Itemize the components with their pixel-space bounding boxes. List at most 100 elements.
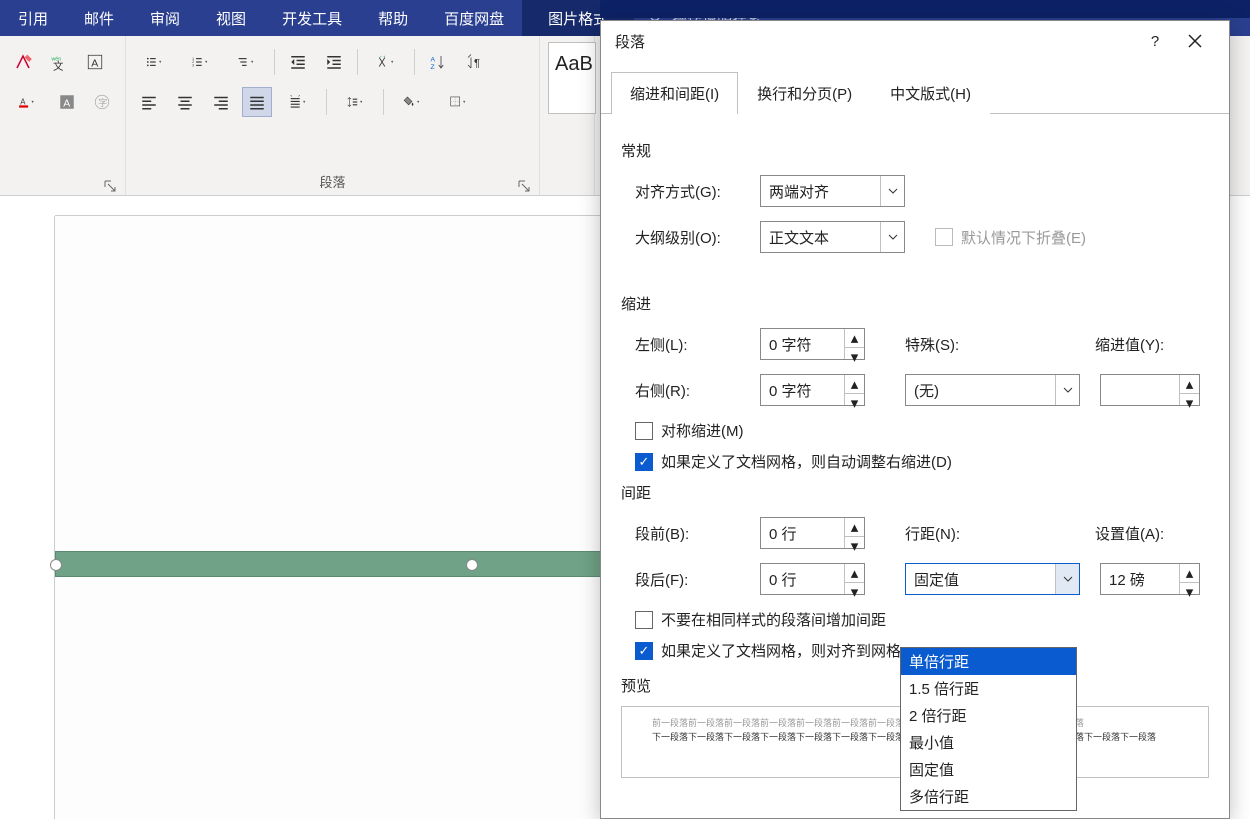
space-before-spinner[interactable]: 0 行 ▴▾ [760, 517, 865, 549]
spin-down-icon[interactable]: ▾ [1180, 394, 1199, 412]
numbering-button[interactable]: 123 [180, 47, 220, 77]
svg-text:Z: Z [431, 64, 435, 71]
paragraph-dialog-launcher[interactable] [517, 179, 531, 193]
page-canvas[interactable] [55, 216, 605, 819]
spin-down-icon[interactable]: ▾ [845, 348, 864, 366]
grid-indent-checkbox[interactable]: ✓ [635, 453, 653, 471]
align-center-button[interactable] [170, 87, 200, 117]
mirror-indent-checkbox[interactable] [635, 422, 653, 440]
font-dialog-launcher[interactable] [103, 179, 117, 193]
mirror-indent-label: 对称缩进(M) [661, 420, 744, 441]
indent-by-spinner[interactable]: ▴▾ [1100, 374, 1200, 406]
align-justify-button[interactable] [242, 87, 272, 117]
alignment-label: 对齐方式(G): [635, 181, 740, 202]
spacing-at-spinner[interactable]: 12 磅 ▴▾ [1100, 563, 1200, 595]
sort-button[interactable]: AZ [423, 47, 453, 77]
selected-image-shape[interactable] [55, 551, 605, 577]
enclose-characters-button[interactable]: 字 [88, 87, 117, 117]
dialog-close-button[interactable] [1175, 21, 1215, 61]
spin-down-icon[interactable]: ▾ [845, 537, 864, 555]
clear-formatting-button[interactable] [8, 47, 38, 77]
character-border-button[interactable]: A [80, 47, 110, 77]
ribbon-group-paragraph: 123 AZ ¶ [126, 36, 540, 195]
svg-text:A: A [431, 56, 436, 63]
align-distributed-button[interactable] [278, 87, 318, 117]
snap-grid-checkbox[interactable]: ✓ [635, 642, 653, 660]
chevron-down-icon[interactable] [880, 222, 904, 252]
outline-level-combo[interactable]: 正文文本 [760, 221, 905, 253]
no-space-same-style-checkbox[interactable] [635, 611, 653, 629]
tab-baidu[interactable]: 百度网盘 [426, 0, 522, 36]
tab-asian-typography[interactable]: 中文版式(H) [871, 72, 990, 114]
line-spacing-option-single[interactable]: 单倍行距 [901, 648, 1076, 675]
space-after-spinner[interactable]: 0 行 ▴▾ [760, 563, 865, 595]
tab-help[interactable]: 帮助 [360, 0, 426, 36]
tab-line-page-breaks[interactable]: 换行和分页(P) [738, 72, 871, 114]
phonetic-guide-button[interactable]: wén文 [44, 47, 74, 77]
increase-indent-button[interactable] [319, 47, 349, 77]
line-spacing-option-1-5[interactable]: 1.5 倍行距 [901, 675, 1076, 702]
line-spacing-label: 行距(N): [905, 523, 985, 544]
alignment-combo[interactable]: 两端对齐 [760, 175, 905, 207]
spin-down-icon[interactable]: ▾ [845, 583, 864, 601]
bullets-button[interactable] [134, 47, 174, 77]
snap-grid-label: 如果定义了文档网格，则对齐到网格 [661, 640, 901, 661]
multilevel-list-button[interactable] [226, 47, 266, 77]
tab-indent-spacing[interactable]: 缩进和间距(I) [611, 72, 738, 114]
spin-up-icon[interactable]: ▴ [845, 518, 864, 537]
decrease-indent-button[interactable] [283, 47, 313, 77]
styles-gallery[interactable]: AaB [548, 42, 596, 114]
chevron-down-icon[interactable] [880, 176, 904, 206]
line-spacing-option-double[interactable]: 2 倍行距 [901, 702, 1076, 729]
no-space-same-style-label: 不要在相同样式的段落间增加间距 [661, 609, 886, 630]
tab-mailings[interactable]: 邮件 [66, 0, 132, 36]
tab-developer[interactable]: 开发工具 [264, 0, 360, 36]
paragraph-dialog: 段落 ? 缩进和间距(I) 换行和分页(P) 中文版式(H) 常规 对齐方式(G… [600, 20, 1230, 819]
character-shading-button[interactable]: A [53, 87, 82, 117]
section-general-label: 常规 [621, 140, 1209, 161]
borders-button[interactable] [438, 87, 478, 117]
space-before-label: 段前(B): [635, 523, 740, 544]
spin-up-icon[interactable]: ▴ [1180, 375, 1199, 394]
spin-up-icon[interactable]: ▴ [845, 375, 864, 394]
separator [326, 89, 327, 115]
indent-left-spinner[interactable]: 0 字符 ▴▾ [760, 328, 865, 360]
dialog-title: 段落 [615, 31, 1135, 52]
resize-handle-left[interactable] [50, 559, 62, 571]
line-spacing-option-exactly[interactable]: 固定值 [901, 756, 1076, 783]
dialog-help-button[interactable]: ? [1135, 21, 1175, 61]
align-left-button[interactable] [134, 87, 164, 117]
shading-button[interactable] [392, 87, 432, 117]
spin-up-icon[interactable]: ▴ [845, 329, 864, 348]
line-spacing-button[interactable] [335, 87, 375, 117]
tab-view[interactable]: 视图 [198, 0, 264, 36]
svg-text:A: A [21, 97, 27, 106]
line-spacing-combo[interactable]: 固定值 [905, 563, 1080, 595]
ribbon-group-font: wén文 A A A 字 [0, 36, 126, 195]
title-bar-strip [600, 0, 1250, 18]
show-paragraph-marks-button[interactable]: ¶ [459, 47, 489, 77]
line-spacing-option-multiple[interactable]: 多倍行距 [901, 783, 1076, 810]
resize-handle-mid[interactable] [466, 559, 478, 571]
line-spacing-dropdown-list[interactable]: 单倍行距 1.5 倍行距 2 倍行距 最小值 固定值 多倍行距 [900, 647, 1077, 811]
tab-references[interactable]: 引用 [0, 0, 66, 36]
spin-up-icon[interactable]: ▴ [845, 564, 864, 583]
vertical-ruler[interactable] [35, 216, 55, 819]
tab-review[interactable]: 审阅 [132, 0, 198, 36]
horizontal-ruler[interactable] [55, 196, 605, 216]
separator [383, 89, 384, 115]
special-indent-combo[interactable]: (无) [905, 374, 1080, 406]
spin-down-icon[interactable]: ▾ [845, 394, 864, 412]
chevron-down-icon[interactable] [1055, 564, 1079, 594]
line-spacing-option-atleast[interactable]: 最小值 [901, 729, 1076, 756]
font-color-button[interactable]: A [8, 87, 47, 117]
spacing-at-label: 设置值(A): [1095, 523, 1164, 544]
spin-down-icon[interactable]: ▾ [1180, 583, 1199, 601]
chevron-down-icon[interactable] [1055, 375, 1079, 405]
asian-layout-button[interactable] [366, 47, 406, 77]
spin-up-icon[interactable]: ▴ [1180, 564, 1199, 583]
indent-right-spinner[interactable]: 0 字符 ▴▾ [760, 374, 865, 406]
align-right-button[interactable] [206, 87, 236, 117]
svg-text:字: 字 [99, 97, 108, 108]
indent-by-label: 缩进值(Y): [1095, 334, 1164, 355]
